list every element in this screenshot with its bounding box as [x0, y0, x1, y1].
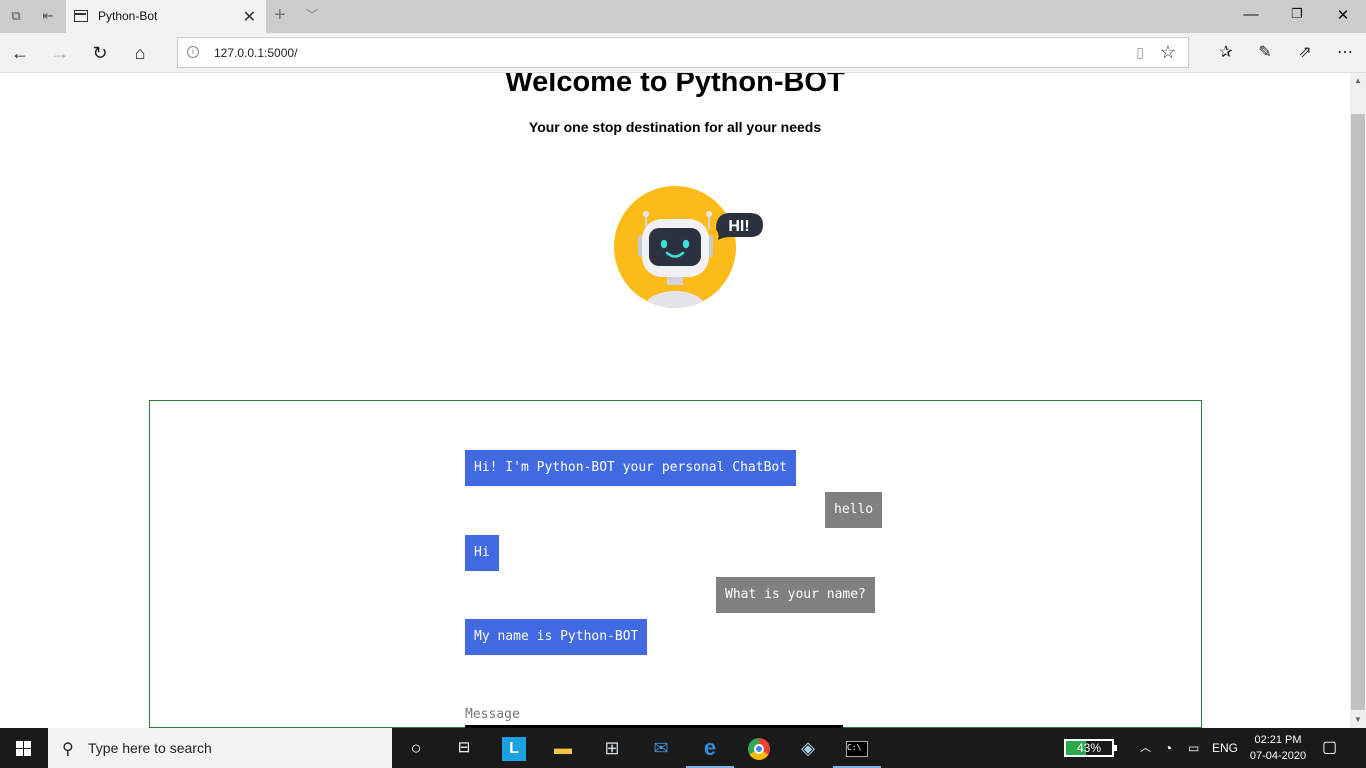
store-icon[interactable]: ⊞	[588, 728, 636, 768]
page-tagline: Your one stop destination for all your n…	[528, 119, 822, 135]
task-view-icon[interactable]: ⊟	[440, 728, 488, 768]
search-icon: ⚲	[62, 741, 74, 758]
show-hidden-icons-chevron-icon[interactable]: ︿	[1140, 728, 1151, 768]
tab-preview-chevron-icon[interactable]: ﹀	[306, 6, 318, 23]
favorites-icon[interactable]: ✰	[1215, 42, 1237, 64]
close-window-icon[interactable]: ✕	[1333, 6, 1353, 24]
user-message: hello	[825, 492, 883, 528]
home-icon[interactable]: ⌂	[129, 42, 151, 64]
robot-hi-bubble: HI!	[728, 218, 749, 235]
minimize-icon[interactable]: —	[1241, 6, 1261, 23]
clock[interactable]: 02:21 PM 07-04-2020	[1240, 732, 1316, 764]
navigation-bar: ← → ↻ ⌂ i 127.0.0.1:5000/ ▯ ☆ ✰ ✎ ⇗ ⋯	[0, 33, 1366, 73]
scroll-down-icon[interactable]: ▼	[1350, 712, 1366, 728]
notifications-icon[interactable]: ▢	[1322, 728, 1337, 768]
refresh-icon[interactable]: ↻	[89, 42, 111, 64]
battery-tray-icon[interactable]: ▭	[1188, 728, 1199, 768]
search-placeholder: Type here to search	[88, 740, 212, 756]
site-info-icon[interactable]: i	[187, 46, 199, 58]
wifi-icon[interactable]: ◔	[1164, 728, 1172, 768]
file-explorer-icon[interactable]: ▬	[539, 728, 587, 768]
chat-box: Hi! I'm Python-BOT your personal ChatBot…	[149, 400, 1202, 728]
tab-bar: ⧉ ⇤ Python-Bot ✕ + ﹀ — ❐ ✕	[0, 0, 1366, 33]
share-icon[interactable]: ⇗	[1294, 42, 1316, 64]
command-prompt-icon[interactable]: C:\	[833, 728, 881, 768]
address-bar[interactable]: i 127.0.0.1:5000/ ▯ ☆	[177, 37, 1189, 68]
notes-app-icon[interactable]: ◈	[784, 728, 832, 768]
more-icon[interactable]: ⋯	[1334, 42, 1356, 64]
back-icon[interactable]: ←	[9, 42, 31, 64]
scroll-up-icon[interactable]: ▲	[1350, 73, 1366, 89]
bot-message: My name is Python-BOT	[465, 619, 648, 655]
new-tab-icon[interactable]: +	[274, 4, 286, 27]
bot-message: Hi! I'm Python-BOT your personal ChatBot	[465, 450, 797, 486]
battery-indicator[interactable]: 43%	[1064, 739, 1117, 757]
user-message: What is your name?	[716, 577, 875, 613]
robot-illustration: HI!	[614, 186, 763, 308]
close-tab-icon[interactable]: ✕	[243, 7, 256, 27]
chrome-icon[interactable]	[735, 728, 783, 768]
notes-pen-icon[interactable]: ✎	[1254, 42, 1276, 64]
taskbar-search[interactable]: ⚲ Type here to search	[48, 728, 392, 768]
battery-percent: 43%	[1076, 741, 1102, 755]
bot-message: Hi	[465, 535, 499, 571]
tab-python-bot[interactable]: Python-Bot ✕	[66, 0, 266, 33]
page-icon	[74, 10, 88, 22]
url-text[interactable]: 127.0.0.1:5000/	[214, 46, 297, 60]
language-indicator[interactable]: ENG	[1212, 728, 1238, 768]
page-scrollbar[interactable]: ▲ ▼	[1350, 73, 1366, 728]
favorite-star-icon[interactable]: ☆	[1160, 42, 1176, 63]
page-title: Welcome to Python-BOT	[505, 73, 845, 98]
forward-icon[interactable]: →	[49, 42, 71, 64]
start-button[interactable]	[0, 728, 48, 768]
scrollbar-thumb[interactable]	[1351, 114, 1365, 710]
page-viewport: Welcome to Python-BOT Your one stop dest…	[0, 73, 1350, 728]
restore-icon[interactable]: ❐	[1287, 6, 1307, 22]
clock-time: 02:21 PM	[1254, 734, 1302, 746]
windows-taskbar: ⚲ Type here to search ○ ⊟ L ▬ ⊞ ✉ e ◈ C:…	[0, 728, 1366, 768]
cortana-icon[interactable]: ○	[392, 728, 440, 768]
edge-icon[interactable]: e	[686, 728, 734, 768]
set-tabs-aside-icon[interactable]: ⇤	[40, 8, 56, 24]
tab-title: Python-Bot	[98, 9, 158, 23]
message-input[interactable]	[465, 704, 843, 728]
tab-list-icon[interactable]: ⧉	[8, 8, 24, 24]
mail-icon[interactable]: ✉	[637, 728, 685, 768]
reading-view-icon[interactable]: ▯	[1136, 44, 1144, 61]
clock-date: 07-04-2020	[1249, 750, 1307, 762]
l-app-icon[interactable]: L	[490, 728, 538, 768]
